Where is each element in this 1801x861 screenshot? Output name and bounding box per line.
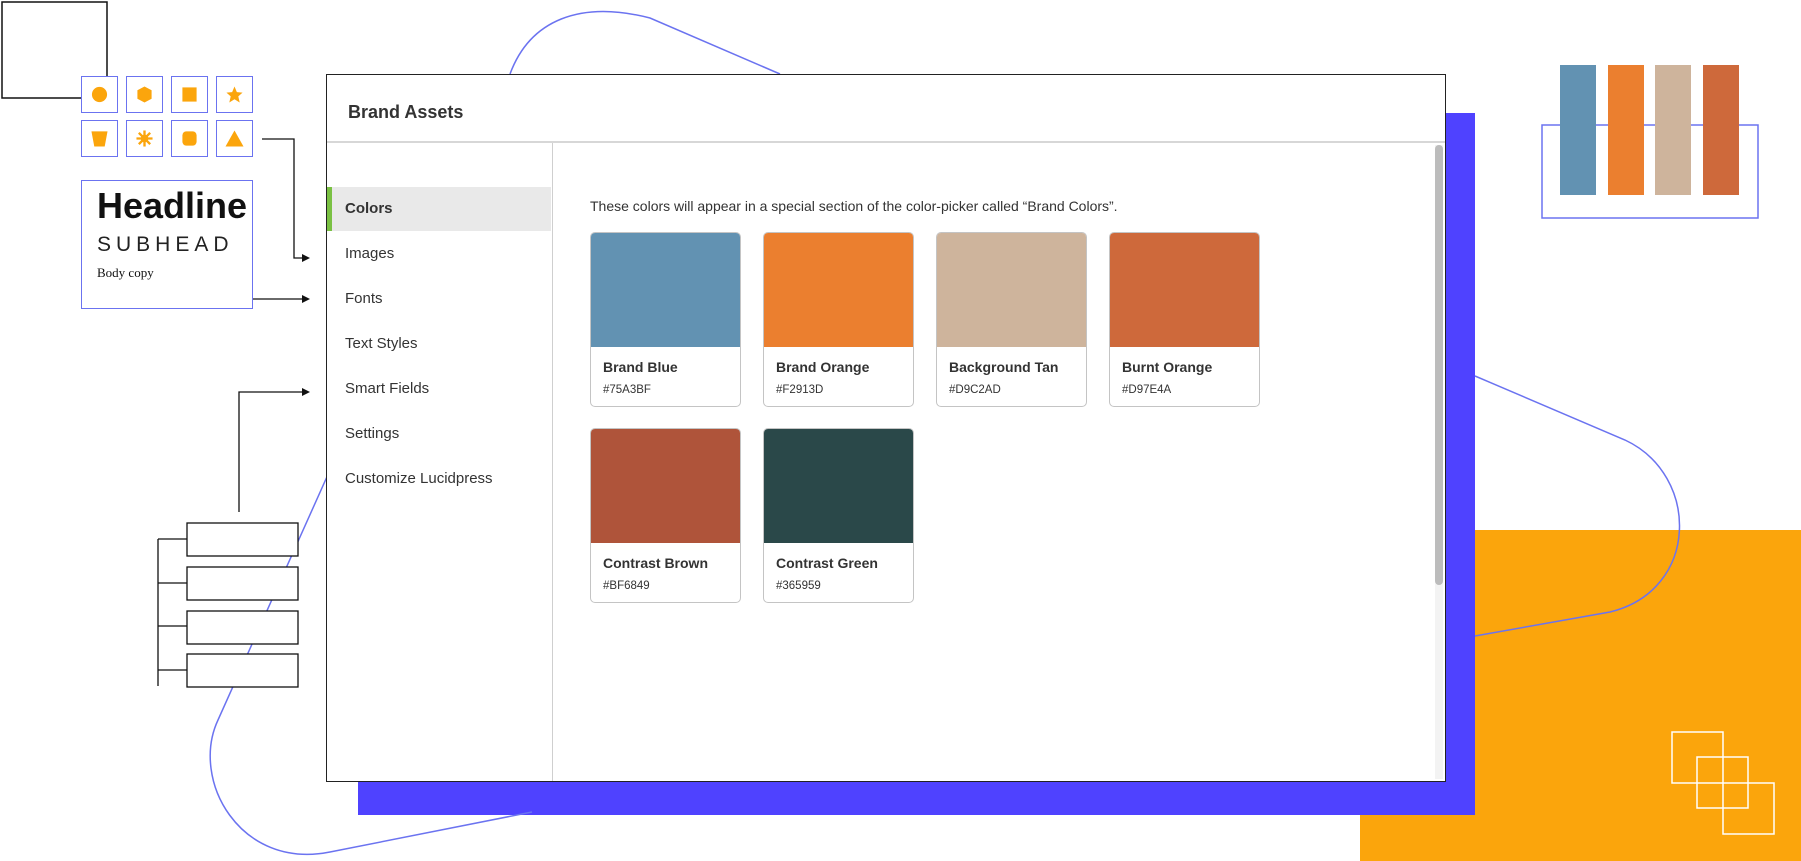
swatch-hex: #D97E4A	[1122, 384, 1172, 396]
sidebar-item-colors[interactable]: Colors	[327, 187, 551, 231]
color-bar	[1655, 65, 1691, 195]
rounded-square-icon	[171, 120, 208, 157]
colors-panel: These colors will appear in a special se…	[553, 143, 1445, 781]
swatch-hex: #D9C2AD	[949, 384, 1001, 396]
swatch-hex: #365959	[776, 580, 821, 592]
typography-card: Headline SUBHEAD Body copy	[81, 180, 253, 309]
swatch-name: Brand Orange	[776, 359, 870, 375]
swatch-color	[591, 233, 740, 347]
subhead-sample: SUBHEAD	[97, 233, 234, 256]
swatch-hex: #75A3BF	[603, 384, 651, 396]
color-bar	[1703, 65, 1739, 195]
tree-box	[186, 566, 299, 601]
swatch-hex: #F2913D	[776, 384, 824, 396]
starburst-icon	[126, 120, 163, 157]
swatch-color	[764, 429, 913, 543]
swatch-card[interactable]: Contrast Green #365959	[763, 428, 914, 603]
sidebar-item-smart-fields[interactable]: Smart Fields	[327, 367, 551, 411]
swatch-card[interactable]: Burnt Orange #D97E4A	[1109, 232, 1260, 407]
tree-lines	[157, 538, 187, 686]
star-icon	[216, 76, 253, 113]
swatch-card[interactable]: Background Tan #D9C2AD	[936, 232, 1087, 407]
swatch-color	[764, 233, 913, 347]
connector-line	[262, 138, 308, 259]
scrollbar-thumb[interactable]	[1435, 145, 1443, 585]
brand-assets-window: Brand Assets Colors Images Fonts Text St…	[326, 74, 1446, 782]
swatch-name: Brand Blue	[603, 359, 678, 375]
sidebar-item-fonts[interactable]: Fonts	[327, 277, 551, 321]
sidebar-item-text-styles[interactable]: Text Styles	[327, 322, 551, 366]
square-icon	[171, 76, 208, 113]
tree-box	[186, 522, 299, 557]
color-bar	[1560, 65, 1596, 195]
swatch-card[interactable]: Contrast Brown #BF6849	[590, 428, 741, 603]
swatch-color	[1110, 233, 1259, 347]
arrow-head	[302, 388, 310, 396]
headline-sample: Headline	[97, 185, 248, 226]
swatch-color	[937, 233, 1086, 347]
trapezoid-icon	[81, 120, 118, 157]
circle-icon	[81, 76, 118, 113]
arrow-head	[302, 254, 310, 262]
sidebar-item-customize-lucidpress[interactable]: Customize Lucidpress	[327, 457, 551, 501]
swatch-name: Burnt Orange	[1122, 359, 1213, 375]
swatch-hex: #BF6849	[603, 580, 650, 592]
sidebar-item-images[interactable]: Images	[327, 232, 551, 276]
swatch-name: Contrast Green	[776, 555, 878, 571]
body-copy-sample: Body copy	[97, 265, 154, 280]
swatch-card[interactable]: Brand Blue #75A3BF	[590, 232, 741, 407]
connector-line	[238, 391, 308, 512]
sidebar: Colors Images Fonts Text Styles Smart Fi…	[327, 143, 553, 781]
arrow-head	[302, 295, 310, 303]
window-title: Brand Assets	[348, 102, 464, 122]
tree-box	[186, 653, 299, 688]
swatch-name: Background Tan	[949, 359, 1059, 375]
tree-box	[186, 610, 299, 645]
colors-description: These colors will appear in a special se…	[590, 198, 1118, 214]
hexagon-icon	[126, 76, 163, 113]
swatch-name: Contrast Brown	[603, 555, 708, 571]
color-bar	[1608, 65, 1644, 195]
triangle-icon	[216, 120, 253, 157]
sidebar-item-settings[interactable]: Settings	[327, 412, 551, 456]
swatch-color	[591, 429, 740, 543]
swatch-card[interactable]: Brand Orange #F2913D	[763, 232, 914, 407]
